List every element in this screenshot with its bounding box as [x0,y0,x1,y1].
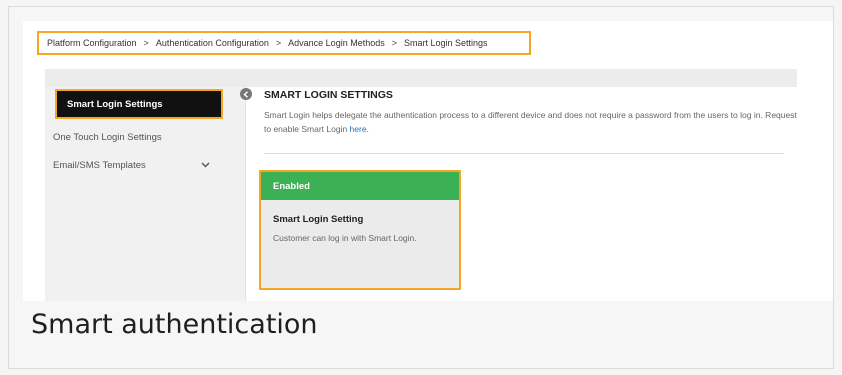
card-description: Customer can log in with Smart Login. [273,233,417,243]
breadcrumb-separator: > [143,38,149,48]
breadcrumb-item-authentication[interactable]: Authentication Configuration [156,38,269,48]
description-text: Smart Login helps delegate the authentic… [264,110,797,134]
enable-request-link[interactable]: here [350,124,367,134]
sidebar [45,87,245,301]
breadcrumb-separator: > [391,38,397,48]
sidebar-item-smart-login[interactable]: Smart Login Settings [55,89,223,119]
card-title: Smart Login Setting [273,214,364,225]
screenshot-area: Platform Configuration > Authentication … [23,21,833,301]
sidebar-item-email-sms-templates[interactable]: Email/SMS Templates [53,160,146,171]
smart-login-setting-card[interactable]: Enabled Smart Login Setting Customer can… [259,170,461,290]
breadcrumb-item-smart-login[interactable]: Smart Login Settings [404,38,488,48]
sidebar-item-label: One Touch Login Settings [53,132,162,143]
status-label: Enabled [273,180,310,192]
status-badge: Enabled [261,172,459,200]
sidebar-item-one-touch-login[interactable]: One Touch Login Settings [53,132,162,143]
breadcrumb: Platform Configuration > Authentication … [37,31,531,55]
breadcrumb-item-advance-login[interactable]: Advance Login Methods [288,38,385,48]
sidebar-divider [245,87,246,301]
page-title: SMART LOGIN SETTINGS [264,89,393,101]
breadcrumb-separator: > [275,38,282,48]
page-description: Smart Login helps delegate the authentic… [264,108,804,136]
figure-caption: Smart authentication [31,309,318,340]
sidebar-item-label: Email/SMS Templates [53,160,146,171]
content-divider [264,153,784,154]
description-end: . [366,124,369,134]
sidebar-item-label: Smart Login Settings [67,98,163,110]
chevron-left-icon[interactable] [240,88,252,100]
chevron-down-icon[interactable] [201,160,210,170]
breadcrumb-item-platform[interactable]: Platform Configuration [47,38,137,48]
figure-frame: Platform Configuration > Authentication … [8,6,834,369]
header-strip [45,69,797,87]
